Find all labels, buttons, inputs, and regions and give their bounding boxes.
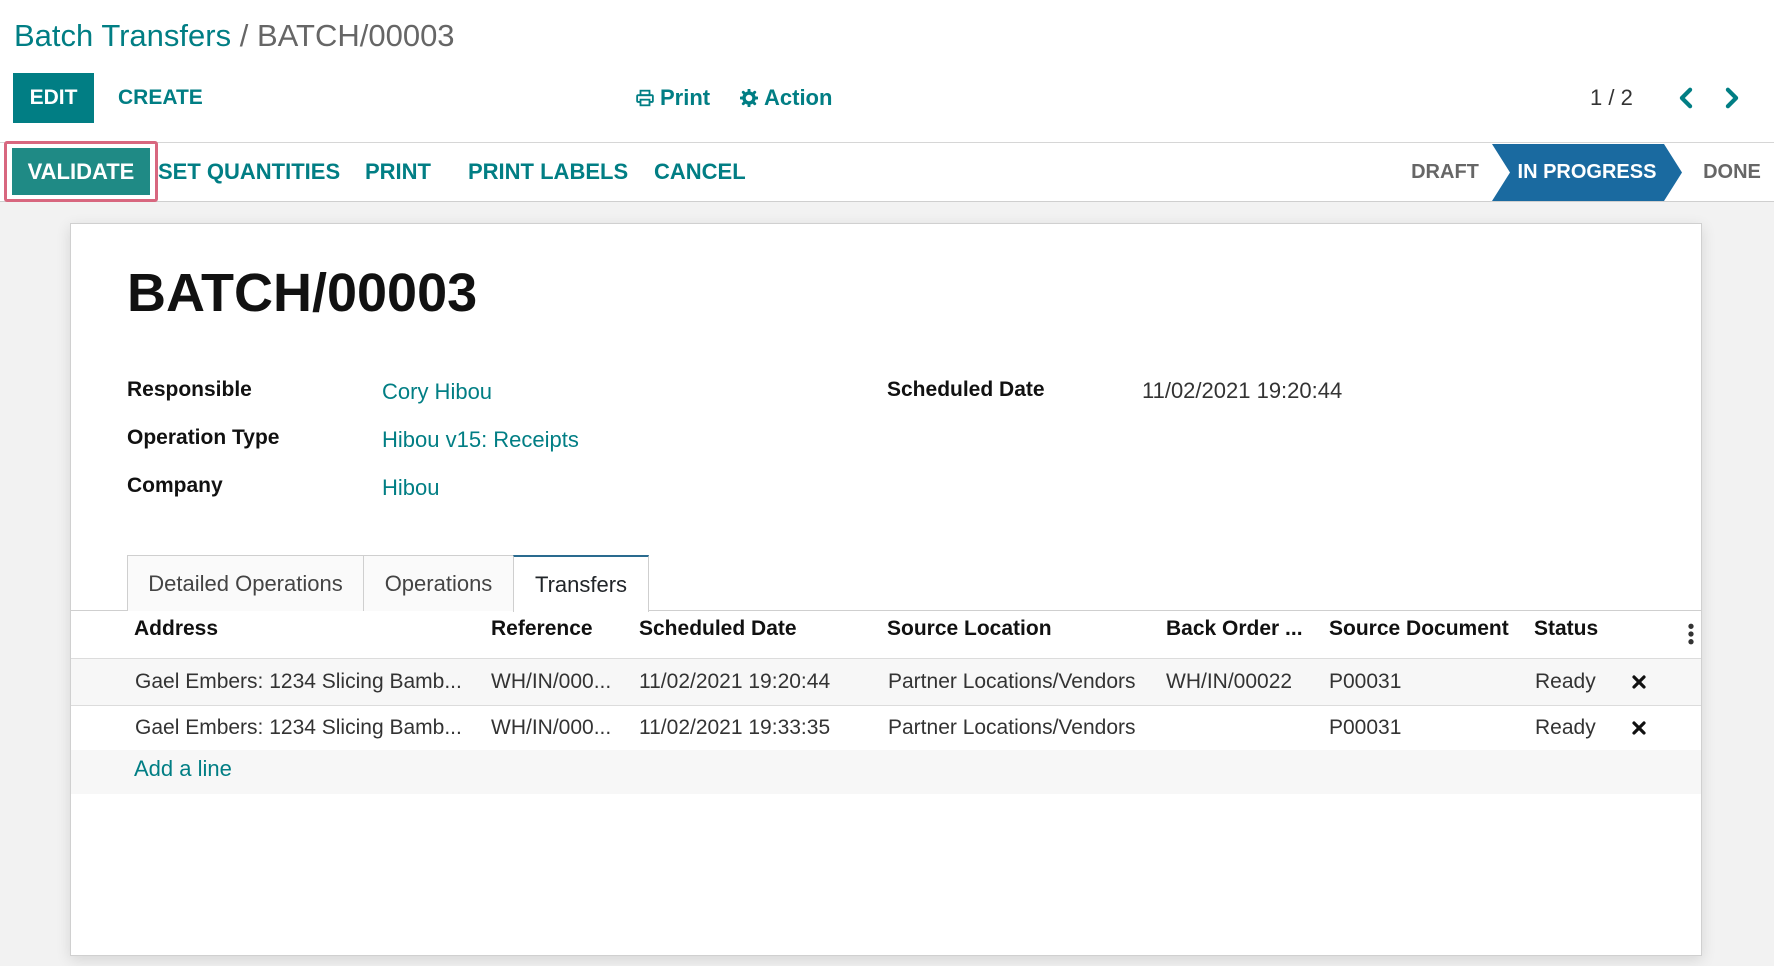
column-header-status[interactable]: Status	[1534, 617, 1598, 641]
row-2-source-document: P00031	[1329, 716, 1402, 739]
column-header-scheduled-date[interactable]: Scheduled Date	[639, 617, 797, 641]
column-header-address[interactable]: Address	[134, 617, 218, 641]
tab-operations-label: Operations	[384, 570, 493, 596]
row-1-source-document: P00031	[1329, 670, 1402, 693]
print-labels-button[interactable]: PRINT LABELS	[468, 148, 628, 195]
breadcrumb-parent-link[interactable]: Batch Transfers	[14, 18, 231, 53]
stage-done-label: DONE	[1703, 161, 1761, 183]
row-1-address: Gael Embers: 1234 Slicing Bamb...	[135, 670, 462, 693]
action-label: Action	[764, 85, 833, 110]
stage-in-progress[interactable]: IN PROGRESS	[1492, 144, 1682, 201]
form-sheet: BATCH/00003 Responsible Cory Hibou Opera…	[70, 223, 1702, 956]
delete-icon[interactable]	[1631, 720, 1647, 736]
kebab-icon[interactable]	[1687, 623, 1695, 645]
row-2-scheduled-date: 11/02/2021 19:33:35	[639, 716, 831, 739]
responsible-value[interactable]: Cory Hibou	[382, 379, 492, 405]
operation-type-value[interactable]: Hibou v15: Receipts	[382, 427, 579, 453]
chevron-left-icon	[1679, 87, 1693, 109]
set-quantities-button[interactable]: SET QUANTITIES	[158, 148, 340, 195]
tab-transfers[interactable]: Transfers	[513, 555, 649, 612]
add-a-line-link[interactable]: Add a line	[134, 756, 232, 782]
pager-value[interactable]: 1 / 2	[1590, 80, 1633, 116]
row-1-scheduled-date: 11/02/2021 19:20:44	[639, 670, 831, 693]
company-value[interactable]: Hibou	[382, 475, 439, 501]
print-button[interactable]: PRINT	[365, 148, 431, 195]
create-button[interactable]: CREATE	[106, 73, 215, 123]
control-panel: Batch Transfers / BATCH/00003 EDIT CREAT…	[0, 0, 1774, 143]
responsible-label: Responsible	[127, 378, 252, 401]
gear-icon	[740, 89, 758, 107]
stage-done[interactable]: DONE	[1690, 144, 1774, 201]
cancel-button[interactable]: CANCEL	[654, 148, 746, 195]
row-1-reference: WH/IN/000...	[491, 670, 612, 693]
row-2-source-location: Partner Locations/Vendors	[888, 716, 1136, 739]
stage-draft[interactable]: DRAFT	[1395, 144, 1495, 201]
scheduled-date-label: Scheduled Date	[887, 378, 1045, 401]
column-header-back-order[interactable]: Back Order ...	[1166, 617, 1303, 641]
scheduled-date-value: 11/02/2021 19:20:44	[1142, 378, 1343, 403]
stage-in-progress-label: IN PROGRESS	[1517, 161, 1657, 183]
print-dropdown-button[interactable]: Print	[636, 80, 710, 116]
add-line-row	[71, 750, 1701, 794]
print-icon	[636, 89, 654, 107]
company-label: Company	[127, 474, 223, 497]
row-2-address: Gael Embers: 1234 Slicing Bamb...	[135, 716, 462, 739]
tab-detailed-operations-label: Detailed Operations	[148, 570, 343, 596]
tab-detailed-operations[interactable]: Detailed Operations	[127, 555, 364, 611]
stage-draft-label: DRAFT	[1411, 161, 1479, 183]
edit-button[interactable]: EDIT	[13, 73, 94, 123]
breadcrumb-current: BATCH/00003	[256, 18, 455, 53]
chevron-right-icon	[1725, 87, 1739, 109]
tab-transfers-label: Transfers	[534, 571, 628, 597]
column-header-source-location[interactable]: Source Location	[887, 617, 1052, 641]
breadcrumb: Batch Transfers / BATCH/00003	[14, 16, 455, 56]
row-2-status: Ready	[1535, 716, 1596, 739]
tab-operations[interactable]: Operations	[363, 555, 514, 611]
row-1-back-order: WH/IN/00022	[1166, 670, 1293, 693]
breadcrumb-separator: /	[239, 18, 249, 53]
delete-icon[interactable]	[1631, 674, 1647, 690]
row-2-reference: WH/IN/000...	[491, 716, 612, 739]
action-dropdown-button[interactable]: Action	[740, 80, 832, 116]
row-1-status: Ready	[1535, 670, 1596, 693]
pager-previous-button[interactable]	[1668, 80, 1704, 116]
row-1-source-location: Partner Locations/Vendors	[888, 670, 1136, 693]
validate-button[interactable]: VALIDATE	[12, 148, 150, 195]
column-header-reference[interactable]: Reference	[491, 617, 593, 641]
record-title: BATCH/00003	[127, 263, 478, 323]
pager-next-button[interactable]	[1714, 80, 1750, 116]
print-label: Print	[660, 85, 711, 110]
operation-type-label: Operation Type	[127, 426, 280, 449]
column-header-source-document[interactable]: Source Document	[1329, 617, 1509, 641]
